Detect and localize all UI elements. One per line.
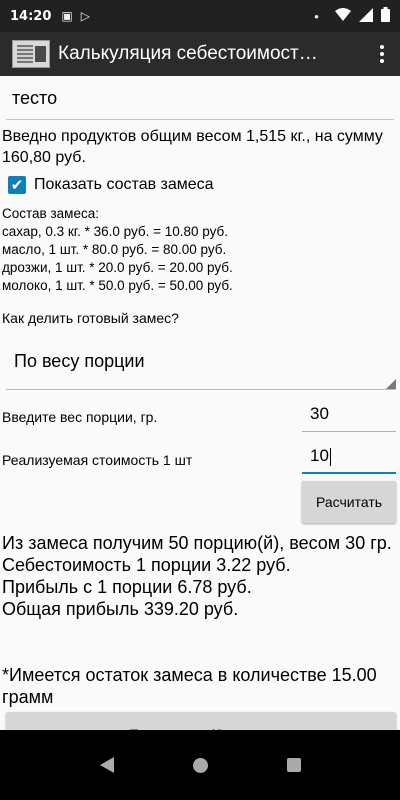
main-content: тесто Введно продуктов общим весом 1,515…: [0, 76, 400, 730]
dropdown-arrow-icon[interactable]: [386, 379, 396, 389]
home-icon[interactable]: [192, 757, 208, 773]
composition-item: дрозжи, 1 шт. * 20.0 руб. = 20.00 руб.: [2, 260, 233, 275]
text-cursor: [329, 447, 331, 466]
composition-item: молоко, 1 шт. * 50.0 руб. = 50.00 руб.: [2, 278, 233, 293]
overflow-menu-icon[interactable]: [364, 32, 400, 76]
split-method-spinner[interactable]: По весу порции: [6, 336, 396, 390]
app-calculator-icon: [12, 40, 50, 68]
products-summary: Введно продуктов общим весом 1,515 кг., …: [2, 128, 383, 166]
status-time: 14:20: [10, 8, 52, 24]
app-title: Калькуляция себестоимост…: [58, 43, 318, 64]
composition-header: Состав замеса:: [2, 206, 99, 221]
composition-list: Состав замеса: сахар, 0.3 кг. * 36.0 руб…: [2, 205, 398, 295]
status-bar: 14:20 ▣ ▷ ●: [0, 0, 400, 32]
play-store-icon: ▷: [80, 9, 90, 23]
remainder-note: *Имеется остаток замеса в количестве 15.…: [2, 665, 377, 707]
checkmark-icon[interactable]: ✔: [8, 176, 26, 194]
recipe-name-input[interactable]: тесто: [6, 84, 394, 120]
dot-icon: ●: [314, 11, 319, 21]
back-icon[interactable]: [99, 757, 114, 773]
signal-icon: [359, 7, 373, 25]
unit-price-value[interactable]: 10: [310, 446, 329, 465]
image-icon: ▣: [61, 9, 73, 23]
result-portions: Из замеса получим 50 порцию(й), весом 30…: [2, 533, 392, 553]
unit-price-label: Реализуемая стоимость 1 шт: [2, 452, 193, 468]
show-composition-label[interactable]: Показать состав замеса: [34, 176, 214, 194]
composition-item: масло, 1 шт. * 80.0 руб. = 80.00 руб.: [2, 242, 227, 257]
split-question-label: Как делить готовый замес?: [2, 310, 179, 326]
result-unit-profit: Прибыль с 1 порции 6.78 руб.: [2, 577, 252, 597]
share-export-button[interactable]: Поделиться (Экспор...: [6, 712, 396, 730]
recents-icon[interactable]: [286, 758, 301, 772]
calculate-button[interactable]: Расчитать: [302, 481, 396, 523]
portion-weight-value[interactable]: 30: [310, 404, 329, 423]
split-method-value[interactable]: По весу порции: [14, 351, 145, 372]
wifi-icon: [335, 7, 351, 25]
action-bar: Калькуляция себестоимост…: [0, 32, 400, 76]
portion-weight-label: Введите вес порции, гр.: [2, 409, 158, 425]
unit-price-input[interactable]: 10: [302, 442, 396, 474]
battery-icon: [381, 7, 390, 25]
result-unit-cost: Себестоимость 1 порции 3.22 руб.: [2, 555, 291, 575]
results-block: Из замеса получим 50 порцию(й), весом 30…: [2, 532, 398, 620]
navigation-bar: [0, 730, 400, 800]
show-composition-checkbox[interactable]: ✔ Показать состав замеса: [8, 174, 214, 196]
result-total-profit: Общая прибыль 339.20 руб.: [2, 599, 239, 619]
portion-weight-input[interactable]: 30: [302, 400, 396, 432]
composition-item: сахар, 0.3 кг. * 36.0 руб. = 10.80 руб.: [2, 224, 229, 239]
